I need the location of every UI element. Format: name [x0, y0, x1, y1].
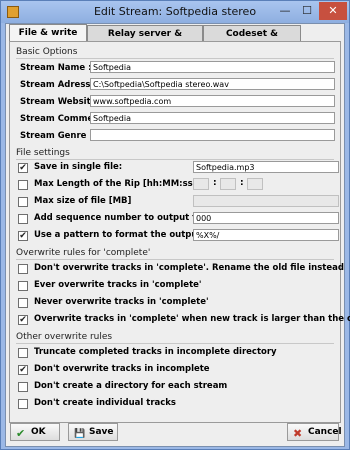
overwrite-ever-label: Ever overwrite tracks in 'complete'	[34, 280, 202, 290]
overwrite-never-label: Never overwrite tracks in 'complete'	[34, 297, 209, 307]
ok-check-icon: ✔	[16, 427, 26, 440]
ok-button-label: OK	[31, 427, 46, 437]
tab-file-write-rules[interactable]: File & write rules	[9, 24, 87, 54]
truncate-checkbox[interactable]	[18, 348, 28, 358]
overwrite-rename-checkbox[interactable]	[18, 264, 28, 274]
no-directory-label: Don't create a directory for each stream	[34, 381, 228, 391]
title-bar[interactable]: Edit Stream: Softpedia stereo — ☐ ✕	[1, 1, 349, 23]
dont-overwrite-incomplete-checkbox[interactable]: ✔	[18, 365, 28, 375]
truncate-label: Truncate completed tracks in incomplete …	[34, 347, 277, 357]
max-size-label: Max size of file [MB]	[34, 196, 132, 206]
stream-name-label: Stream Name :	[20, 63, 92, 73]
overwrite-rename-label: Don't overwrite tracks in 'complete'. Re…	[34, 263, 344, 273]
max-length-label: Max Length of the Rip [hh:MM:ss]	[34, 179, 197, 189]
stream-genre-input[interactable]	[90, 129, 335, 141]
pattern-input[interactable]: %X%/	[193, 229, 339, 241]
stream-website-input[interactable]: www.softpedia.com	[90, 95, 335, 107]
no-individual-tracks-checkbox[interactable]	[18, 399, 28, 409]
overwrite-complete-divider	[16, 259, 334, 260]
edit-stream-window: Edit Stream: Softpedia stereo — ☐ ✕ File…	[0, 0, 350, 450]
stream-genre-label: Stream Genre :	[20, 131, 93, 141]
max-length-minutes-input[interactable]	[220, 178, 236, 190]
save-button-label: Save	[89, 427, 114, 437]
max-length-checkbox[interactable]	[18, 180, 28, 190]
close-button[interactable]: ✕	[319, 2, 347, 20]
dont-overwrite-incomplete-label: Don't overwrite tracks in incomplete	[34, 364, 210, 374]
overwrite-larger-checkbox[interactable]: ✔	[18, 315, 28, 325]
save-single-checkbox[interactable]: ✔	[18, 163, 28, 173]
ok-button[interactable]: ✔ OK	[10, 423, 60, 441]
max-size-input[interactable]	[193, 195, 339, 207]
max-length-hours-input[interactable]	[193, 178, 209, 190]
overwrite-larger-label: Overwrite tracks in 'complete' when new …	[34, 314, 350, 324]
cancel-button[interactable]: ✖ Cancel	[287, 423, 342, 441]
tab-codeset-splitpoints[interactable]: Codeset & Splitpoints	[203, 25, 301, 55]
basic-options-title: Basic Options	[16, 47, 78, 57]
minimize-button[interactable]: —	[274, 2, 296, 20]
stream-comment-input[interactable]: Softpedia	[90, 112, 335, 124]
file-settings-title: File settings	[16, 148, 70, 158]
cancel-x-icon: ✖	[293, 427, 303, 440]
save-disk-icon: 💾	[74, 429, 86, 439]
tab-panel: Basic Options Stream Name : Softpedia St…	[9, 41, 350, 423]
no-individual-tracks-label: Don't create individual tracks	[34, 398, 176, 408]
stream-address-input[interactable]: C:\Softpedia\Softpedia stereo.wav	[90, 78, 335, 90]
maximize-button[interactable]: ☐	[296, 2, 318, 20]
save-button[interactable]: 💾 Save	[68, 423, 118, 441]
basic-options-divider	[16, 58, 334, 59]
overwrite-complete-title: Overwrite rules for 'complete'	[16, 248, 151, 258]
max-length-seconds-input[interactable]	[247, 178, 263, 190]
max-length-sep-2: :	[240, 178, 244, 188]
no-directory-checkbox[interactable]	[18, 382, 28, 392]
single-file-name-input[interactable]: Softpedia.mp3	[193, 161, 339, 173]
use-pattern-checkbox[interactable]: ✔	[18, 231, 28, 241]
tab-relay-server[interactable]: Relay server & connections	[87, 25, 203, 55]
stream-address-label: Stream Adress :	[20, 80, 97, 90]
file-settings-divider	[16, 159, 334, 160]
cancel-button-label: Cancel	[308, 427, 342, 437]
max-length-sep-1: :	[213, 178, 217, 188]
overwrite-ever-checkbox[interactable]	[18, 281, 28, 291]
dialog-content: File & write rules Relay server & connec…	[5, 23, 350, 447]
seq-number-input[interactable]: 000	[193, 212, 339, 224]
max-size-checkbox[interactable]	[18, 197, 28, 207]
save-single-label: Save in single file:	[34, 162, 123, 172]
other-overwrite-divider	[16, 343, 334, 344]
add-seq-checkbox[interactable]	[18, 214, 28, 224]
overwrite-never-checkbox[interactable]	[18, 298, 28, 308]
other-overwrite-title: Other overwrite rules	[16, 332, 113, 342]
stream-name-input[interactable]: Softpedia	[90, 61, 335, 73]
